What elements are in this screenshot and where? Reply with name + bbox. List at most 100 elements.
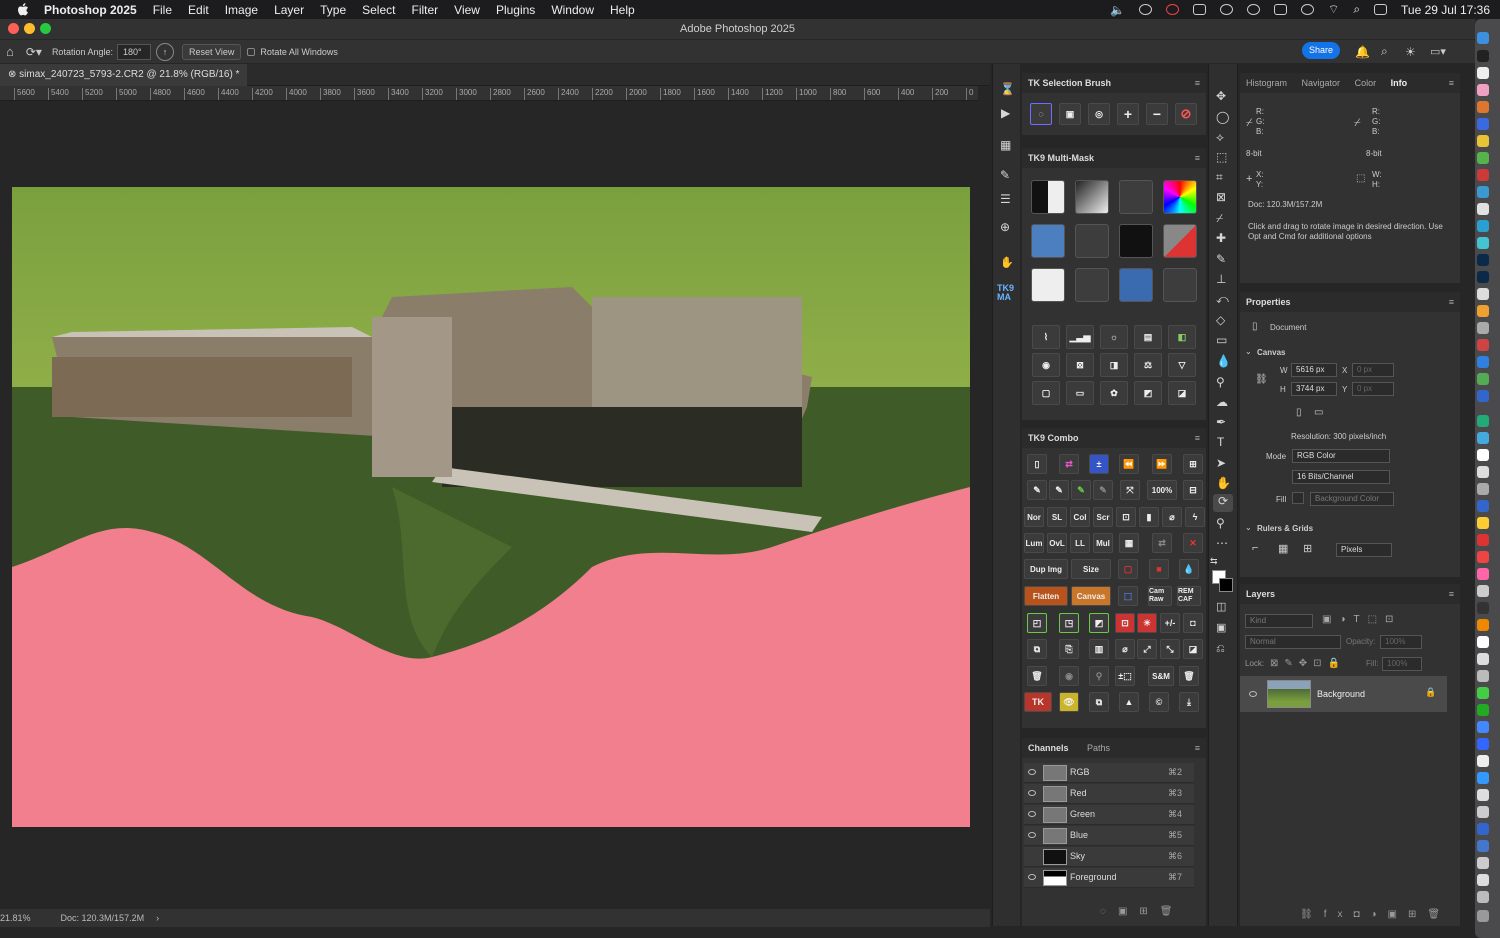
history-icon[interactable]: ⌛ bbox=[1000, 82, 1015, 96]
eye-icon[interactable] bbox=[1249, 691, 1257, 697]
horizontal-ruler[interactable]: 5600 5400 5200 5000 4800 4600 4400 4200 4000 3800… bbox=[0, 86, 978, 101]
app-dock-icon[interactable] bbox=[1477, 789, 1489, 801]
s-and-m-button[interactable]: S&M bbox=[1148, 666, 1174, 686]
app-dock-icon[interactable] bbox=[1477, 687, 1489, 699]
channel-row[interactable]: Foreground ⌘7 bbox=[1024, 868, 1194, 888]
app-dock-icon[interactable] bbox=[1477, 305, 1489, 317]
channel-row[interactable]: Red ⌘3 bbox=[1024, 784, 1194, 804]
app-dock-icon[interactable] bbox=[1477, 237, 1489, 249]
app-dock-icon[interactable] bbox=[1477, 772, 1489, 784]
blend-multiply-button[interactable]: Mul bbox=[1093, 533, 1113, 553]
app-dock-icon[interactable] bbox=[1477, 152, 1489, 164]
fill-x-button[interactable]: ⊠ bbox=[1066, 353, 1094, 377]
phone-button[interactable]: ▮ bbox=[1139, 507, 1159, 527]
search-icon[interactable]: ⌕ bbox=[1353, 2, 1360, 17]
triangle-white-button[interactable]: ▲ bbox=[1119, 692, 1139, 712]
menu-edit[interactable]: Edit bbox=[188, 3, 209, 17]
tool-pen-icon[interactable]: ✒ bbox=[1216, 415, 1226, 429]
opacity-input[interactable]: 100% bbox=[1380, 635, 1422, 649]
tool-gradient-icon[interactable]: ▭ bbox=[1216, 333, 1227, 347]
tool-type-icon[interactable]: T bbox=[1217, 435, 1224, 449]
tool-move-icon[interactable]: ✥ bbox=[1216, 89, 1226, 103]
edit-mask-button[interactable] bbox=[1075, 268, 1109, 302]
slash-button[interactable]: ◪ bbox=[1168, 381, 1196, 405]
discover-icon[interactable]: ☀ bbox=[1405, 45, 1416, 59]
background-color-swatch[interactable] bbox=[1219, 578, 1233, 592]
select-border-button[interactable]: ⬚ bbox=[1118, 586, 1138, 606]
close-window-button[interactable] bbox=[8, 23, 19, 34]
tab-navigator[interactable]: Navigator bbox=[1302, 78, 1341, 88]
plus-minus-red-button[interactable]: +/- bbox=[1160, 613, 1180, 633]
tk-play-button[interactable]: TK bbox=[1024, 692, 1052, 712]
panel-menu-icon[interactable]: ≡ bbox=[1195, 738, 1200, 758]
tool-rotate-view-icon[interactable]: ⟳ bbox=[1213, 494, 1233, 512]
green-warp-button[interactable]: ◩ bbox=[1089, 613, 1109, 633]
app-dock-icon[interactable] bbox=[1477, 483, 1489, 495]
apple-icon[interactable] bbox=[14, 2, 32, 17]
quick-mask-icon[interactable]: ◫ bbox=[1216, 600, 1226, 613]
swap-colors-icon[interactable]: ⇆ bbox=[1210, 556, 1218, 567]
dropper-button[interactable]: ⌀ bbox=[1115, 639, 1135, 659]
app-dock-icon[interactable] bbox=[1477, 135, 1489, 147]
minus-button[interactable]: ⊟ bbox=[1183, 480, 1203, 500]
balance-button[interactable]: ⚖ bbox=[1134, 353, 1162, 377]
app-menu[interactable]: Photoshop 2025 bbox=[44, 3, 137, 17]
layer-kind-filter[interactable]: Kind bbox=[1245, 614, 1313, 628]
overlap-mask-button[interactable] bbox=[1119, 180, 1153, 214]
channel-row[interactable]: Sky ⌘6 bbox=[1024, 847, 1194, 867]
tool-stamp-icon[interactable]: ⊥ bbox=[1216, 272, 1226, 286]
app-dock-icon[interactable] bbox=[1477, 432, 1489, 444]
app-dock-icon[interactable] bbox=[1477, 857, 1489, 869]
blend-normal-button[interactable]: Nor bbox=[1024, 507, 1044, 527]
app-dock-icon[interactable] bbox=[1477, 585, 1489, 597]
screen-button[interactable]: ▭ bbox=[1066, 381, 1094, 405]
rulers-chevron-icon[interactable]: ⌄ bbox=[1245, 523, 1252, 532]
rotate-all-checkbox[interactable] bbox=[247, 47, 256, 56]
tab-histogram[interactable]: Histogram bbox=[1246, 78, 1287, 88]
panel-menu-icon[interactable]: ≡ bbox=[1449, 584, 1454, 604]
menu-filter[interactable]: Filter bbox=[411, 3, 438, 17]
app-dock-icon[interactable] bbox=[1477, 449, 1489, 461]
timemachine-icon[interactable] bbox=[1301, 4, 1315, 15]
list-mask-button[interactable] bbox=[1119, 268, 1153, 302]
red-fill-button[interactable]: ■ bbox=[1149, 559, 1169, 579]
bits-select[interactable]: 16 Bits/Channel bbox=[1292, 470, 1390, 484]
tab-color[interactable]: Color bbox=[1355, 78, 1377, 88]
app-dock-icon[interactable] bbox=[1477, 101, 1489, 113]
tool-history-brush-icon[interactable]: ⤺ bbox=[1216, 292, 1229, 307]
tool-lasso-icon[interactable]: ◯ bbox=[1216, 110, 1229, 124]
app-dock-icon[interactable] bbox=[1477, 84, 1489, 96]
stack-layer-button[interactable]: ⧉ bbox=[1027, 639, 1047, 659]
red-lock-button[interactable]: ⊡ bbox=[1115, 613, 1135, 633]
white-brush-button[interactable]: ✎ bbox=[1049, 480, 1069, 500]
tool-healing-icon[interactable]: ✚ bbox=[1216, 231, 1226, 245]
blend-softlight-button[interactable]: SL bbox=[1047, 507, 1067, 527]
tab-channels[interactable]: Channels bbox=[1028, 743, 1069, 753]
app-dock-icon[interactable] bbox=[1477, 466, 1489, 478]
adjustments-icon[interactable]: ☰ bbox=[1000, 192, 1011, 206]
tool-frame-icon[interactable]: ⊠ bbox=[1216, 190, 1226, 204]
eye-icon[interactable] bbox=[1028, 769, 1036, 775]
clock[interactable]: Tue 29 Jul 17:36 bbox=[1401, 3, 1490, 17]
channels-circle-button[interactable]: ✿ bbox=[1100, 381, 1128, 405]
app-dock-icon[interactable] bbox=[1477, 840, 1489, 852]
brightness-button[interactable]: ☼ bbox=[1100, 325, 1128, 349]
app-dock-icon[interactable] bbox=[1477, 50, 1489, 62]
menu-type[interactable]: Type bbox=[320, 3, 346, 17]
layers-stack-button[interactable]: ⧉ bbox=[1089, 692, 1109, 712]
subtract-selection-button[interactable]: − bbox=[1146, 103, 1168, 125]
size-button[interactable]: Size bbox=[1071, 559, 1111, 579]
guides-toggle-icon[interactable]: ⊞ bbox=[1303, 542, 1312, 555]
panel-menu-icon[interactable]: ≡ bbox=[1195, 148, 1200, 168]
menu-file[interactable]: File bbox=[153, 3, 172, 17]
lightroom-icon[interactable] bbox=[1477, 254, 1489, 266]
channel-row[interactable]: RGB ⌘2 bbox=[1024, 763, 1194, 783]
app-dock-icon[interactable] bbox=[1477, 619, 1489, 631]
app-dock-icon[interactable] bbox=[1477, 636, 1489, 648]
app-dock-icon[interactable] bbox=[1477, 806, 1489, 818]
flatten-button[interactable]: Flatten bbox=[1024, 586, 1068, 606]
tool-eyedropper-icon[interactable]: ⌿ bbox=[1216, 211, 1223, 226]
app-dock-icon[interactable] bbox=[1477, 67, 1489, 79]
gray-brush-button[interactable]: ✎ bbox=[1093, 480, 1113, 500]
green-brush-button[interactable]: ✎ bbox=[1071, 480, 1091, 500]
